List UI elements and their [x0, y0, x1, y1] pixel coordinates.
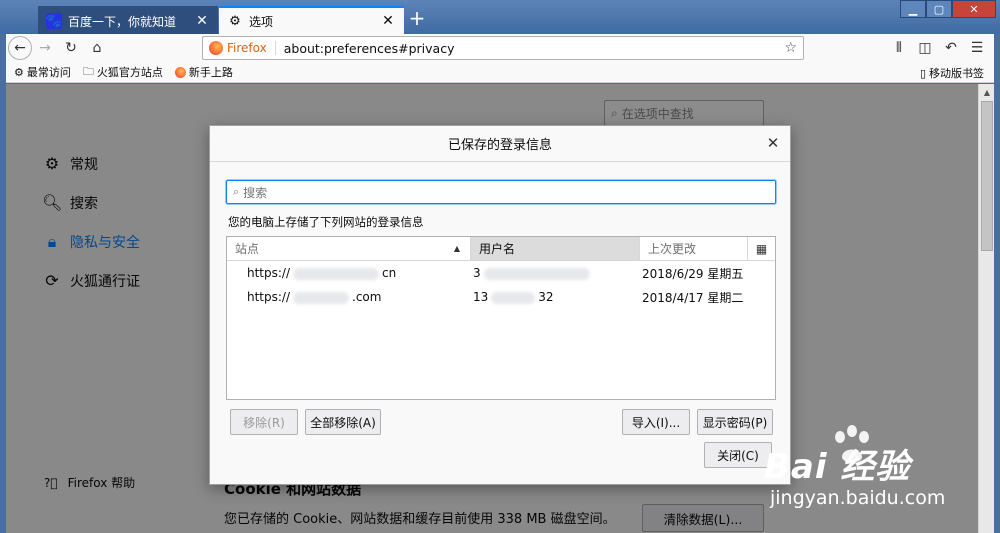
bookmark-getting-started[interactable]: 新手上路: [174, 64, 233, 80]
watermark-url: jingyan.baidu.com: [770, 487, 946, 509]
remove-button[interactable]: 移除(R): [230, 409, 298, 435]
username-cell: 13 32: [471, 290, 640, 304]
scroll-up-icon[interactable]: ▲: [979, 84, 995, 100]
site-text: https://: [247, 290, 291, 304]
column-last-changed[interactable]: 上次更改: [640, 237, 748, 260]
firefox-icon: [209, 41, 223, 55]
firefox-icon: [174, 66, 186, 78]
logins-description: 您的电脑上存储了下列网站的登录信息: [228, 215, 424, 229]
username-cell: 3: [471, 266, 640, 280]
bookmark-label: 最常访问: [26, 66, 71, 79]
dialog-close-button[interactable]: 关闭(C): [704, 442, 772, 468]
dialog-title: 已保存的登录信息: [447, 138, 552, 153]
column-picker-icon[interactable]: ▦: [748, 237, 775, 260]
baidu-jingyan-watermark: Bai 经验 jingyan.baidu.com: [764, 423, 954, 515]
maximize-button[interactable]: ▢: [926, 0, 952, 18]
window-controls: ▁ ▢ ✕: [900, 0, 996, 18]
baidu-icon: 🐾: [45, 13, 63, 29]
redacted-mark: [293, 267, 380, 280]
table-header: 站点 ▲ 用户名 上次更改 ▦: [227, 237, 775, 261]
mobile-icon: ▯: [919, 66, 926, 80]
dialog-title-bar: 已保存的登录信息 ✕: [210, 126, 790, 162]
undo-icon[interactable]: ↶: [938, 35, 964, 61]
window-titlebar: 🐾 百度一下，你就知道 ✕ ⚙ 选项 ✕ + ▁ ▢ ✕: [0, 0, 1000, 34]
library-icon[interactable]: ⫴: [886, 35, 912, 61]
mobile-bookmarks-label: 移动版书签: [929, 67, 984, 80]
home-button[interactable]: ⌂: [84, 35, 110, 61]
back-button[interactable]: ←: [8, 36, 32, 60]
menu-icon[interactable]: ☰: [964, 35, 990, 61]
bookmark-most-visited[interactable]: ⚙ 最常访问: [14, 64, 71, 80]
date-cell: 2018/4/17 星期二: [642, 290, 744, 305]
toolbar-right: ⫴ ◫ ↶ ☰: [886, 35, 990, 61]
gear-icon: ⚙: [229, 13, 241, 29]
bookmark-label: 火狐官方站点: [96, 66, 163, 79]
watermark-logo: Bai 经验: [764, 447, 911, 487]
scroll-thumb[interactable]: [981, 101, 993, 251]
show-passwords-button[interactable]: 显示密码(P): [697, 409, 773, 435]
site-text: https://: [247, 266, 291, 280]
tab-label: 选项: [249, 14, 274, 29]
sidebar-icon[interactable]: ◫: [912, 35, 938, 61]
minimize-button[interactable]: ▁: [900, 0, 926, 18]
logins-table: 站点 ▲ 用户名 上次更改 ▦ https:// cn 3 2018/6/29 星期…: [226, 236, 776, 400]
search-placeholder: 搜索: [243, 185, 268, 200]
column-label: 上次更改: [648, 242, 697, 256]
reload-button[interactable]: ↻: [58, 35, 84, 61]
import-button[interactable]: 导入(I)...: [622, 409, 690, 435]
tab-label: 百度一下，你就知道: [68, 14, 177, 29]
table-row[interactable]: https:// cn 3 2018/6/29 星期五: [227, 261, 775, 285]
close-icon[interactable]: ✕: [194, 13, 210, 29]
window-close-button[interactable]: ✕: [952, 0, 996, 18]
url-bar[interactable]: Firefox about:preferences#privacy ☆: [202, 36, 804, 60]
gear-icon: ⚙: [14, 65, 24, 79]
redacted-mark: [491, 291, 536, 304]
folder-icon: 🗀: [82, 64, 94, 78]
page-scrollbar[interactable]: ▲: [978, 84, 994, 533]
username-text: 13: [473, 290, 489, 304]
bookmarks-toolbar: ⚙ 最常访问 🗀 火狐官方站点 新手上路 ▯ 移动版书签: [6, 62, 994, 83]
forward-button[interactable]: →: [32, 35, 58, 61]
site-cell: https:// cn: [227, 266, 471, 280]
close-icon[interactable]: ✕: [764, 134, 782, 152]
bookmark-star-icon[interactable]: ☆: [784, 40, 797, 56]
logins-search-input[interactable]: ⌕ 搜索: [226, 180, 776, 204]
nav-toolbar: ← → ↻ ⌂ Firefox about:preferences#privac…: [6, 34, 994, 62]
saved-logins-dialog: 已保存的登录信息 ✕ ⌕ 搜索 您的电脑上存储了下列网站的登录信息 站点 ▲ 用户…: [209, 125, 791, 485]
close-icon[interactable]: ✕: [380, 13, 396, 29]
site-cell: https:// .com: [227, 290, 471, 304]
url-brand: Firefox: [227, 41, 276, 55]
redacted-mark: [483, 267, 590, 280]
column-label: 用户名: [479, 242, 516, 256]
sort-up-icon: ▲: [453, 244, 460, 253]
column-label: 站点: [235, 242, 260, 256]
username-text: 32: [538, 290, 554, 304]
remove-all-button[interactable]: 全部移除(A): [305, 409, 381, 435]
redacted-mark: [293, 291, 350, 304]
new-tab-button[interactable]: +: [406, 8, 428, 30]
site-text: .com: [352, 290, 382, 304]
table-row[interactable]: https:// .com 13 32 2018/4/17 星期二: [227, 285, 775, 309]
username-text: 3: [473, 266, 481, 280]
tab-options[interactable]: ⚙ 选项 ✕: [219, 6, 404, 34]
site-text: cn: [382, 266, 397, 280]
tab-baidu[interactable]: 🐾 百度一下，你就知道 ✕: [38, 6, 218, 34]
bookmark-label: 新手上路: [188, 66, 233, 79]
url-text[interactable]: about:preferences#privacy: [284, 41, 785, 56]
bookmark-official-site[interactable]: 🗀 火狐官方站点: [83, 63, 163, 82]
column-site[interactable]: 站点 ▲: [227, 237, 471, 260]
column-username[interactable]: 用户名: [471, 237, 640, 260]
search-icon: ⌕: [233, 185, 240, 198]
date-cell: 2018/6/29 星期五: [642, 266, 744, 281]
mobile-bookmarks[interactable]: ▯ 移动版书签: [920, 65, 984, 81]
